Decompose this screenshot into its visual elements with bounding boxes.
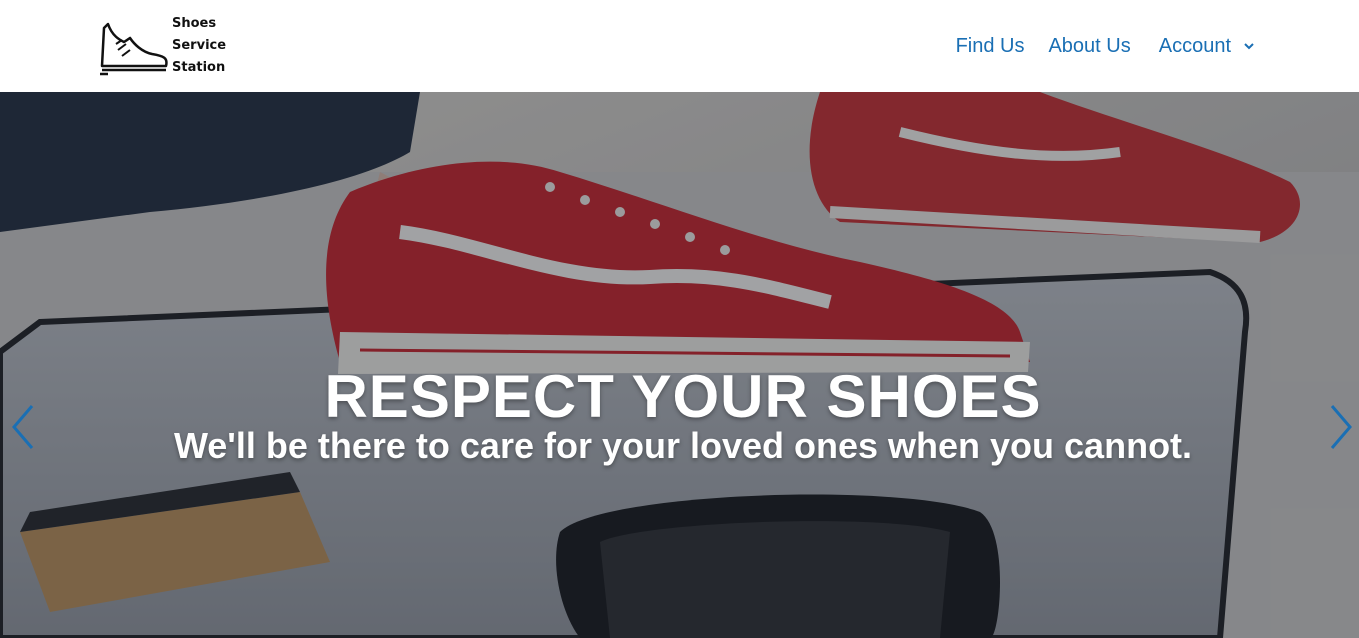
brand-logo[interactable]: Shoes Service Station xyxy=(98,14,228,78)
brand-name-line3: Station xyxy=(172,60,226,75)
brand-name: Shoes Service Station xyxy=(172,13,226,79)
nav-account-label: Account xyxy=(1158,34,1231,57)
hero-title: RESPECT YOUR SHOES xyxy=(324,363,1042,430)
nav-find-us[interactable]: Find Us xyxy=(956,35,1025,58)
nav-about-us[interactable]: About Us xyxy=(1048,35,1130,58)
brand-name-line1: Shoes xyxy=(172,16,217,31)
hero-carousel: RESPECT YOUR SHOES We'll be there to car… xyxy=(0,92,1359,638)
sneaker-logo-icon xyxy=(100,22,168,76)
chevron-down-icon xyxy=(1244,43,1254,50)
site-header: Shoes Service Station Find Us About Us A… xyxy=(0,0,1359,92)
main-nav: Find Us About Us Account xyxy=(932,30,1255,62)
nav-account-dropdown[interactable]: Account xyxy=(1159,35,1255,58)
hero-caption: RESPECT YOUR SHOES We'll be there to car… xyxy=(0,360,1359,466)
brand-name-line2: Service xyxy=(172,38,227,53)
hero-subtitle: We'll be there to care for your loved on… xyxy=(173,425,1193,466)
